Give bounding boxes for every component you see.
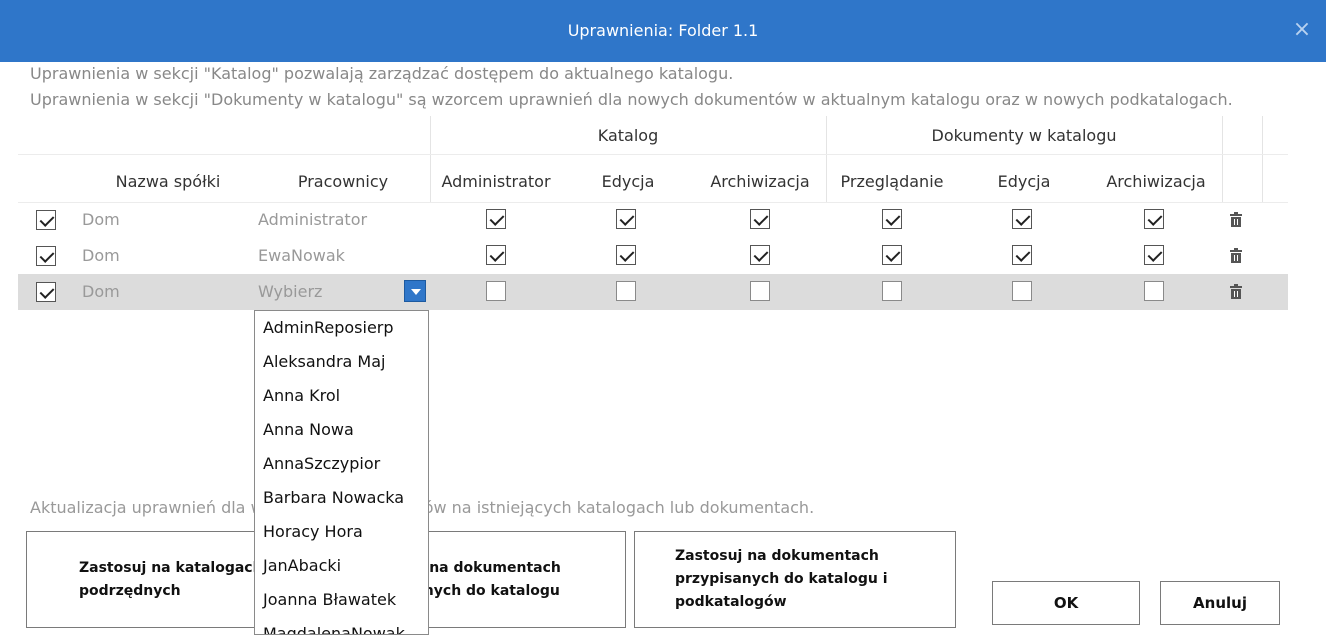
row-checkbox[interactable] (36, 210, 56, 230)
apply-subcatalogs-label: Zastosuj na katalogach podrzędnych (79, 560, 263, 599)
column-header-cat-archive[interactable]: Archiwizacja (694, 164, 826, 200)
column-header-cat-edit[interactable]: Edycja (562, 164, 694, 200)
column-header-cat-admin[interactable]: Administrator (430, 164, 562, 200)
trash-icon[interactable] (1230, 248, 1242, 263)
close-icon[interactable]: × (1292, 18, 1312, 42)
dropdown-option[interactable]: AdminReposierp (255, 311, 428, 345)
dropdown-option[interactable]: JanAbacki (255, 549, 428, 583)
dropdown-option[interactable]: Barbara Nowacka (255, 481, 428, 515)
company-cell: Dom (82, 282, 120, 301)
perm-cat-admin-checkbox[interactable] (486, 209, 506, 229)
divider (18, 154, 1288, 155)
group-header-documents: Dokumenty w katalogu (931, 126, 1117, 145)
perm-cat-archive-checkbox[interactable] (750, 281, 770, 301)
dropdown-option[interactable]: Horacy Hora (255, 515, 428, 549)
column-header-doc-view[interactable]: Przeglądanie (826, 164, 958, 200)
company-cell: Dom (82, 210, 120, 229)
divider (1222, 116, 1223, 202)
trash-icon[interactable] (1230, 284, 1242, 299)
employee-select[interactable]: Wybierz (258, 274, 322, 310)
perm-cat-archive-checkbox[interactable] (750, 209, 770, 229)
trash-icon[interactable] (1230, 212, 1242, 227)
perm-doc-view-checkbox[interactable] (882, 245, 902, 265)
row-checkbox[interactable] (36, 246, 56, 266)
perm-cat-edit-checkbox[interactable] (616, 209, 636, 229)
column-header-company[interactable]: Nazwa spółki (80, 164, 256, 200)
dropdown-option[interactable]: AnnaSzczypior (255, 447, 428, 481)
table-row[interactable]: Dom EwaNowak (18, 238, 1288, 274)
perm-doc-view-checkbox[interactable] (882, 281, 902, 301)
apply-documents-subcatalogs-label: Zastosuj na dokumentach przypisanych do … (675, 548, 888, 610)
perm-cat-archive-checkbox[interactable] (750, 245, 770, 265)
perm-cat-admin-checkbox[interactable] (486, 281, 506, 301)
employee-dropdown-list[interactable]: AdminReposierp Aleksandra Maj Anna Krol … (254, 310, 429, 635)
perm-doc-archive-checkbox[interactable] (1144, 209, 1164, 229)
perm-doc-edit-checkbox[interactable] (1012, 245, 1032, 265)
cancel-button[interactable]: Anuluj (1160, 581, 1280, 625)
dropdown-option[interactable]: Joanna Bławatek (255, 583, 428, 617)
apply-documents-subcatalogs-button[interactable]: Zastosuj na dokumentach przypisanych do … (634, 531, 956, 628)
divider (1262, 116, 1263, 202)
perm-doc-archive-checkbox[interactable] (1144, 281, 1164, 301)
perm-cat-edit-checkbox[interactable] (616, 281, 636, 301)
dropdown-option[interactable]: Anna Krol (255, 379, 428, 413)
perm-doc-view-checkbox[interactable] (882, 209, 902, 229)
dropdown-option[interactable]: Aleksandra Maj (255, 345, 428, 379)
perm-cat-admin-checkbox[interactable] (486, 245, 506, 265)
column-header-employees[interactable]: Pracownicy (256, 164, 430, 200)
employee-cell: Administrator (258, 210, 368, 229)
info-line-1: Uprawnienia w sekcji "Katalog" pozwalają… (30, 64, 734, 83)
apply-subcatalogs-button[interactable]: Zastosuj na katalogach podrzędnych (26, 531, 286, 628)
dropdown-option[interactable]: Anna Nowa (255, 413, 428, 447)
perm-doc-edit-checkbox[interactable] (1012, 209, 1032, 229)
dropdown-option[interactable]: MagdalenaNowak (255, 617, 428, 634)
table-row-selected[interactable]: Dom Wybierz (18, 274, 1288, 310)
company-cell: Dom (82, 246, 120, 265)
window-title: Uprawnienia: Folder 1.1 (567, 21, 759, 40)
column-header-doc-archive[interactable]: Archiwizacja (1090, 164, 1222, 200)
info-line-2: Uprawnienia w sekcji "Dokumenty w katalo… (30, 90, 1233, 109)
table-row[interactable]: Dom Administrator (18, 202, 1288, 238)
group-header-catalog: Katalog (597, 126, 659, 145)
row-checkbox[interactable] (36, 282, 56, 302)
chevron-down-icon[interactable] (404, 280, 426, 302)
perm-cat-edit-checkbox[interactable] (616, 245, 636, 265)
ok-button[interactable]: OK (992, 581, 1140, 625)
perm-doc-edit-checkbox[interactable] (1012, 281, 1032, 301)
perm-doc-archive-checkbox[interactable] (1144, 245, 1164, 265)
column-header-doc-edit[interactable]: Edycja (958, 164, 1090, 200)
employee-cell: EwaNowak (258, 246, 345, 265)
